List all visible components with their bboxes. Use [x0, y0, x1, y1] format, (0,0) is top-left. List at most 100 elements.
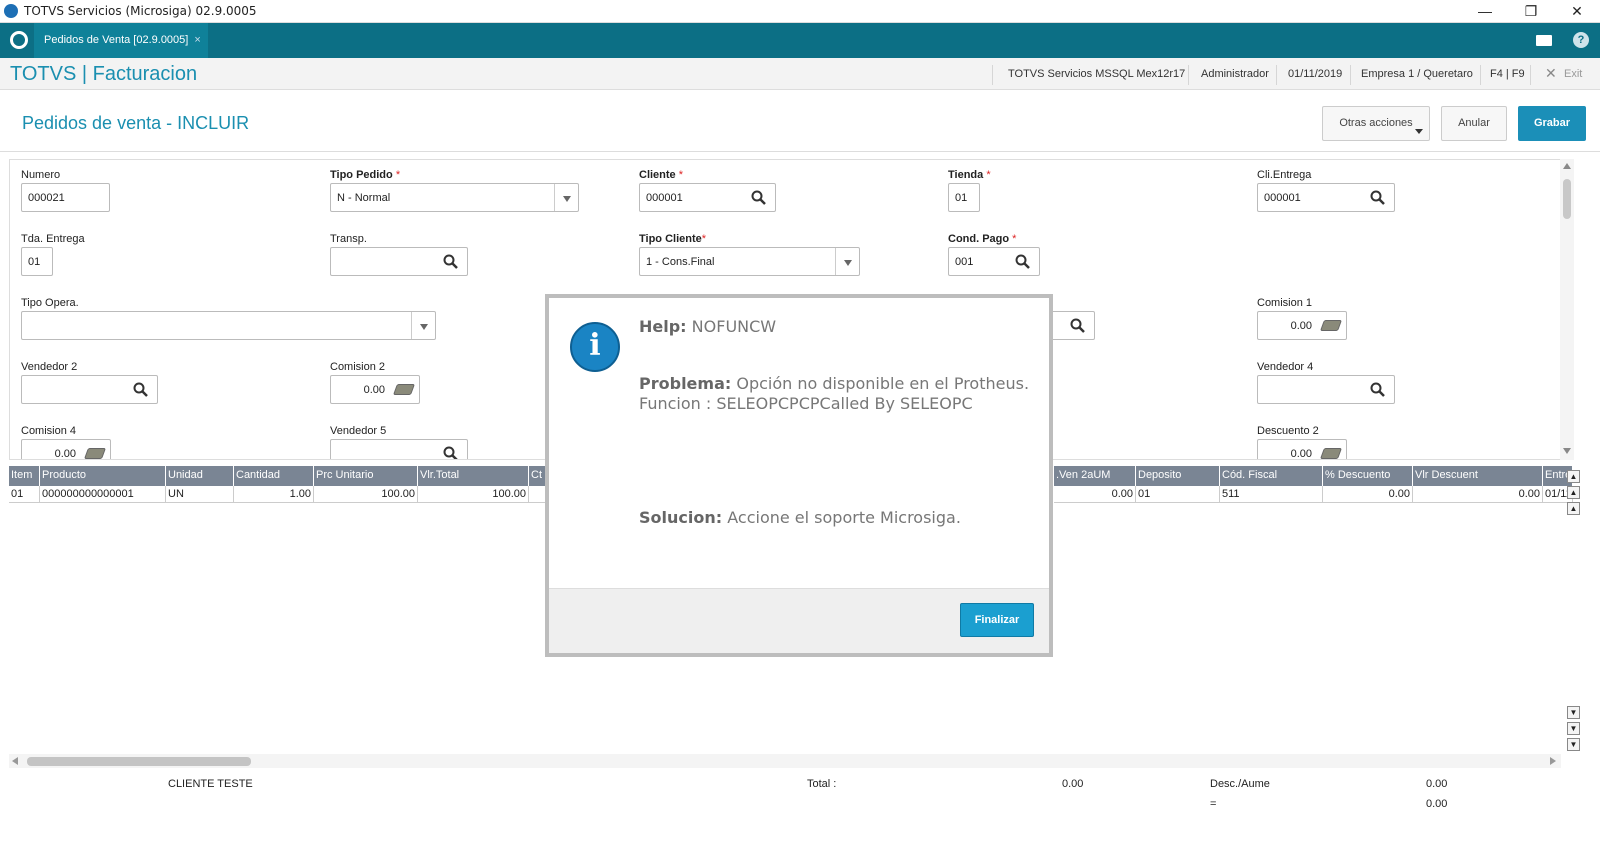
grid-cell-deposito[interactable]: 01 — [1136, 486, 1220, 503]
header-divider — [1276, 65, 1277, 85]
vendedor4-label: Vendedor 4 — [1257, 361, 1314, 373]
other-actions-label: Otras acciones — [1339, 117, 1413, 129]
window-titlebar: TOTVS Servicios (Microsiga) 02.9.0005 — … — [0, 0, 1600, 23]
grid-first-icon[interactable]: ▲ — [1567, 470, 1580, 483]
grid-header-ven-2aum[interactable]: .Ven 2aUM — [1054, 466, 1136, 486]
tipo-cliente-select[interactable]: 1 - Cons.Final — [639, 247, 860, 276]
scroll-down-icon[interactable] — [1563, 448, 1571, 454]
grid-down-icon[interactable]: ▼ — [1567, 706, 1580, 719]
vendedor5-field[interactable] — [330, 439, 468, 460]
window-title: TOTVS Servicios (Microsiga) 02.9.0005 — [24, 4, 257, 18]
grid-cell-item[interactable]: 01 — [9, 486, 40, 503]
search-icon[interactable] — [133, 382, 149, 398]
home-icon[interactable] — [10, 31, 28, 49]
equals-value: 0.00 — [1426, 798, 1448, 810]
problem-label: Problema: — [639, 374, 732, 393]
vendedor4-field[interactable] — [1257, 375, 1395, 404]
search-icon[interactable] — [443, 254, 459, 270]
comision4-field[interactable]: 0.00 — [21, 439, 111, 459]
tab-pedidos-venta[interactable]: Pedidos de Venta [02.9.0005] × — [34, 23, 208, 58]
cond-pago-field[interactable]: 001 — [948, 247, 1040, 276]
vendedor5-label: Vendedor 5 — [330, 425, 387, 437]
close-window-button[interactable]: ✕ — [1554, 0, 1600, 23]
grid-cell-cantidad[interactable]: 1.00 — [234, 486, 314, 503]
grid-page-up-icon[interactable]: ▲ — [1567, 486, 1580, 499]
help-icon[interactable]: ? — [1573, 32, 1589, 48]
grid-header-producto[interactable]: Producto — [40, 466, 166, 486]
tab-close-icon[interactable]: × — [194, 34, 200, 46]
grid-last-icon[interactable]: ▼ — [1567, 738, 1580, 751]
tipo-pedido-select[interactable]: N - Normal — [330, 183, 579, 212]
grid-cell-unidad[interactable]: UN — [166, 486, 234, 503]
grid-cell-vlr-descuent[interactable]: 0.00 — [1413, 486, 1543, 503]
chevron-down-icon[interactable] — [835, 248, 859, 275]
numero-field[interactable]: 000021 — [21, 183, 110, 212]
grid-cell-producto[interactable]: 000000000000001 — [40, 486, 166, 503]
grid-header-vlr-descuent[interactable]: Vlr Descuent — [1413, 466, 1543, 486]
exit-link[interactable]: Exit — [1564, 68, 1582, 80]
tipo-opera-label: Tipo Opera. — [21, 297, 79, 309]
restore-button[interactable]: ❐ — [1508, 0, 1554, 23]
grid-page-down-icon[interactable]: ▼ — [1567, 722, 1580, 735]
grid-header-unidad[interactable]: Unidad — [166, 466, 234, 486]
tienda-label: Tienda * — [948, 169, 991, 181]
scroll-up-icon[interactable] — [1563, 163, 1571, 169]
search-icon[interactable] — [1370, 190, 1386, 206]
grid-up-icon[interactable]: ▲ — [1567, 502, 1580, 515]
vendedor2-field[interactable] — [21, 375, 158, 404]
descuento2-value: 0.00 — [1290, 448, 1312, 460]
comision2-field[interactable]: 0.00 — [330, 375, 420, 404]
other-actions-button[interactable]: Otras acciones — [1322, 106, 1430, 141]
finalizar-button[interactable]: Finalizar — [960, 603, 1034, 637]
tda-entrega-field[interactable]: 01 — [21, 247, 53, 276]
exit-icon[interactable]: ✕ — [1545, 65, 1557, 82]
tienda-field[interactable]: 01 — [948, 183, 980, 212]
comision2-value: 0.00 — [363, 384, 385, 396]
search-icon[interactable] — [443, 446, 459, 460]
cli-entrega-field[interactable]: 000001 — [1257, 183, 1395, 212]
tipo-cliente-value: 1 - Cons.Final — [646, 256, 715, 268]
cancel-button[interactable]: Anular — [1441, 106, 1507, 141]
grid-header-deposito[interactable]: Deposito — [1136, 466, 1220, 486]
help-code: NOFUNCW — [691, 317, 777, 336]
grid-header-cod-fiscal[interactable]: Cód. Fiscal — [1220, 466, 1323, 486]
desc-aume-value: 0.00 — [1426, 778, 1448, 790]
chevron-down-icon[interactable] — [554, 184, 578, 211]
grid-header-cantidad[interactable]: Cantidad — [234, 466, 314, 486]
cliente-field[interactable]: 000001 — [639, 183, 776, 212]
grid-cell-vlr-total[interactable]: 100.00 — [418, 486, 529, 503]
tipo-opera-select[interactable] — [21, 311, 436, 340]
grid-header-vlr-total[interactable]: Vlr.Total — [418, 466, 529, 486]
grid-header-item[interactable]: Item — [9, 466, 40, 486]
scroll-left-icon[interactable] — [12, 757, 18, 765]
scroll-right-icon[interactable] — [1550, 757, 1556, 765]
grid-cell-ven-2aum[interactable]: 0.00 — [1054, 486, 1136, 503]
solution-text: Accione el soporte Microsiga. — [727, 508, 961, 527]
comision1-field[interactable]: 0.00 — [1257, 311, 1347, 340]
search-icon[interactable] — [1015, 254, 1031, 270]
grid-cell-cod-fiscal[interactable]: 511 — [1220, 486, 1323, 503]
transp-field[interactable] — [330, 247, 468, 276]
search-icon[interactable] — [751, 190, 767, 206]
grid-header-descuento[interactable]: % Descuento — [1323, 466, 1413, 486]
descuento2-label: Descuento 2 — [1257, 425, 1319, 437]
mail-icon[interactable] — [1536, 35, 1552, 46]
grid-cell-prc-unitario[interactable]: 100.00 — [314, 486, 418, 503]
form-scrollbar[interactable] — [1560, 159, 1574, 460]
save-button[interactable]: Grabar — [1518, 106, 1586, 141]
tipo-pedido-label-text: Tipo Pedido — [330, 169, 393, 181]
descuento2-field[interactable]: 0.00 — [1257, 439, 1347, 460]
grid-cell-descuento[interactable]: 0.00 — [1323, 486, 1413, 503]
app-icon — [4, 4, 18, 18]
grid-header-prc-unitario[interactable]: Prc Unitario — [314, 466, 418, 486]
header-shortcuts[interactable]: F4 | F9 — [1490, 68, 1525, 80]
chevron-down-icon[interactable] — [411, 312, 435, 339]
scroll-thumb[interactable] — [27, 757, 251, 766]
money-icon — [1319, 320, 1343, 331]
client-name: CLIENTE TESTE — [168, 778, 253, 790]
search-icon[interactable] — [1370, 382, 1386, 398]
search-icon[interactable] — [1070, 318, 1086, 334]
minimize-button[interactable]: — — [1462, 0, 1508, 23]
grid-horizontal-scrollbar[interactable] — [9, 754, 1561, 768]
scroll-thumb[interactable] — [1563, 179, 1571, 219]
